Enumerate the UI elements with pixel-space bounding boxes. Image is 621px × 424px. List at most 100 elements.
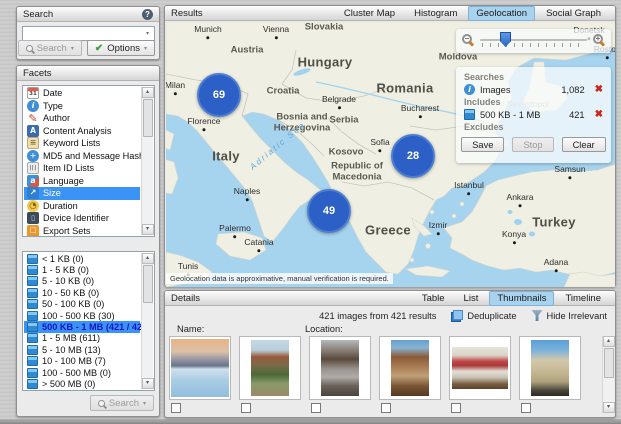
scroll-up-icon[interactable] [603, 336, 615, 347]
facet-value-1-kb-0[interactable]: < 1 KB (0) [24, 253, 140, 264]
tab-list[interactable]: List [456, 291, 487, 306]
tab-social-graph[interactable]: Social Graph [538, 6, 609, 21]
thumbnail-image [391, 340, 429, 396]
slider-ticks [482, 43, 585, 47]
legend-search-row-images: iImages1,082 [464, 84, 603, 95]
deduplicate-button[interactable]: Deduplicate [451, 310, 516, 322]
facet-category-list[interactable]: 31DateiType✎AuthorAContent Analysis≡Keyw… [22, 85, 155, 237]
thumbnail-4[interactable] [379, 336, 441, 400]
map-cluster-bubble-49[interactable]: 49 [307, 189, 351, 233]
facet-value-1-5-mb-611[interactable]: 1 - 5 MB (611) [24, 333, 140, 344]
facet-category-md5-and-message-hash[interactable]: +MD5 and Message Hash [24, 150, 140, 163]
folder-icon [27, 265, 38, 275]
facet-value-5-10-kb-0[interactable]: 5 - 10 KB (0) [24, 276, 140, 287]
scroll-thumb[interactable] [143, 99, 153, 137]
save-button[interactable]: Save [461, 137, 504, 152]
tab-geolocation[interactable]: Geolocation [468, 6, 535, 21]
map-zoom-slider[interactable] [456, 29, 611, 53]
search-button[interactable]: Search [18, 40, 82, 56]
facet-category-content-analysis[interactable]: AContent Analysis [24, 125, 140, 138]
thumbnail-checkbox[interactable] [241, 403, 251, 413]
facet-category-scrollbar[interactable] [141, 87, 153, 235]
details-panel-header: Details TableListThumbnailsTimeline [165, 291, 615, 306]
scroll-up-icon[interactable] [142, 87, 154, 98]
search-input[interactable] [23, 28, 141, 39]
zoom-out-icon[interactable] [462, 34, 472, 44]
facet-search-button[interactable]: Search [90, 395, 154, 411]
scroll-up-icon[interactable] [142, 253, 154, 264]
options-button[interactable]: Options [87, 40, 155, 56]
facet-value-scrollbar[interactable] [141, 253, 153, 389]
facet-value-100-500-kb-30[interactable]: 100 - 500 KB (30) [24, 310, 140, 321]
details-toolbar: 421 images from 421 results Deduplicate … [319, 309, 607, 322]
help-icon[interactable] [142, 9, 153, 20]
slider-track[interactable] [480, 39, 587, 41]
thumbnail-checkbox[interactable] [521, 403, 531, 413]
facet-value-label: 50 - 100 KB (0) [42, 299, 104, 309]
search-combobox[interactable] [22, 26, 155, 41]
facet-category-keyword-lists[interactable]: ≡Keyword Lists [24, 137, 140, 150]
thumbnail-1[interactable] [169, 336, 231, 400]
facet-value-label: 500 KB - 1 MB (421 / 421) [42, 322, 150, 332]
dropdown-arrow-icon [71, 45, 74, 52]
facet-category-device-identifier[interactable]: ▯Device Identifier [24, 212, 140, 225]
thumbnail-checkbox[interactable] [171, 403, 181, 413]
hide-irrelevant-button[interactable]: Hide Irrelevant [532, 310, 607, 321]
facet-value-500-mb-0[interactable]: > 500 MB (0) [24, 378, 140, 389]
facet-category-date[interactable]: 31Date [24, 87, 140, 100]
facet-value-label: 1 - 5 MB (611) [42, 333, 100, 343]
remove-icon[interactable] [595, 110, 603, 120]
geolocation-map[interactable]: SlovakiaAustriaHungaryRomaniaMoldovaCroa… [166, 22, 615, 287]
thumbnail-5[interactable] [449, 336, 511, 400]
thumbnail-checkbox[interactable] [451, 403, 461, 413]
map-cluster-bubble-28[interactable]: 28 [391, 134, 435, 178]
facet-value-list[interactable]: < 1 KB (0)1 - 5 KB (0)5 - 10 KB (0)10 - … [22, 251, 155, 391]
details-scrollbar[interactable] [602, 336, 614, 413]
facet-value-5-10-mb-13[interactable]: 5 - 10 MB (13) [24, 344, 140, 355]
facet-category-export-sets[interactable]: □Export Sets [24, 225, 140, 238]
thumbnail-6[interactable] [519, 336, 581, 400]
facet-category-size[interactable]: ↗Size [24, 187, 140, 200]
legend-row-label: 500 KB - 1 MB [480, 110, 540, 120]
facet-value-1-5-kb-0[interactable]: 1 - 5 KB (0) [24, 264, 140, 275]
scroll-down-icon[interactable] [142, 224, 154, 235]
facet-category-duration[interactable]: ◔Duration [24, 200, 140, 213]
dropdown-arrow-icon [143, 400, 146, 407]
thumbnail-cell [309, 336, 371, 414]
facet-value-500-kb-1-mb-421-421[interactable]: 500 KB - 1 MB (421 / 421) [24, 321, 140, 332]
facet-category-language[interactable]: aLanguage [24, 175, 140, 188]
chevron-down-icon[interactable] [141, 30, 154, 37]
facet-category-item-id-lists[interactable]: |||Item ID Lists [24, 162, 140, 175]
application-window: Search Search Options Facets [0, 0, 621, 424]
clear-button[interactable]: Clear [562, 137, 606, 152]
tab-timeline[interactable]: Timeline [557, 291, 609, 306]
legend-includes-header: Includes [464, 97, 603, 107]
scroll-thumb[interactable] [604, 348, 614, 378]
thumbnail-2[interactable] [239, 336, 301, 400]
facet-category-type[interactable]: iType [24, 100, 140, 113]
facet-value-label: 100 - 500 KB (30) [42, 311, 115, 321]
thumbnail-3[interactable] [309, 336, 371, 400]
facet-value-label: 5 - 10 KB (0) [42, 276, 94, 286]
facet-value-100-500-mb-0[interactable]: 100 - 500 MB (0) [24, 367, 140, 378]
facet-value-10-100-mb-7[interactable]: 10 - 100 MB (7) [24, 356, 140, 367]
tab-table[interactable]: Table [414, 291, 453, 306]
thumbnail-checkbox[interactable] [311, 403, 321, 413]
map-cluster-bubble-69[interactable]: 69 [197, 73, 241, 117]
tab-cluster-map[interactable]: Cluster Map [336, 6, 403, 21]
zoom-in-icon[interactable] [593, 34, 603, 44]
tab-thumbnails[interactable]: Thumbnails [489, 291, 554, 306]
thumbnail-image [452, 347, 508, 389]
folder-icon [27, 288, 38, 298]
remove-icon[interactable] [595, 85, 603, 95]
search-panel: Search Search Options [16, 6, 160, 60]
thumbnail-checkbox[interactable] [381, 403, 391, 413]
tab-histogram[interactable]: Histogram [406, 6, 465, 21]
scroll-thumb[interactable] [143, 265, 153, 303]
stop-button[interactable]: Stop [512, 137, 553, 152]
facet-category-author[interactable]: ✎Author [24, 112, 140, 125]
facet-value-10-50-kb-0[interactable]: 10 - 50 KB (0) [24, 287, 140, 298]
scroll-down-icon[interactable] [603, 402, 615, 413]
scroll-down-icon[interactable] [142, 378, 154, 389]
facet-value-50-100-kb-0[interactable]: 50 - 100 KB (0) [24, 299, 140, 310]
